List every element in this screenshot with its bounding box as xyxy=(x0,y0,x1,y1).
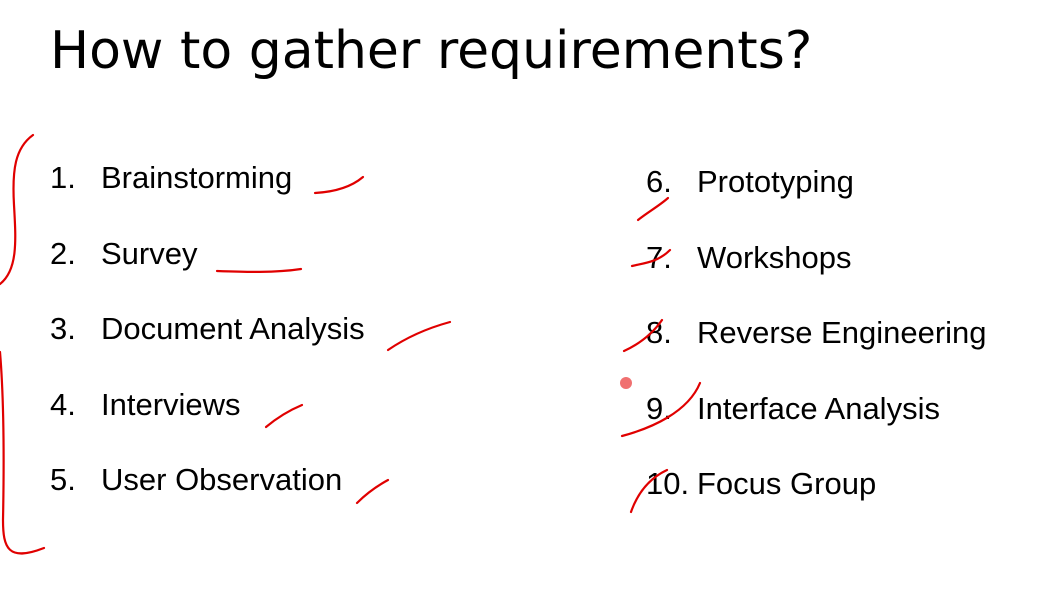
pointer-dot xyxy=(620,377,632,389)
list-item-label: Survey xyxy=(101,235,198,271)
list-item-label: Document Analysis xyxy=(101,311,365,346)
list-item-label: User Observation xyxy=(101,462,343,497)
list-item-number: 1. xyxy=(50,160,76,195)
list-item-label: Reverse Engineering xyxy=(697,315,987,350)
list-item-label: Workshops xyxy=(697,239,852,275)
list-item-number: 4. xyxy=(50,386,76,422)
list-item-number: 3. xyxy=(50,311,76,346)
list-item-number: 9. xyxy=(646,390,672,426)
tick-mark-5 xyxy=(355,478,390,505)
slide-title: How to gather requirements? xyxy=(50,21,813,81)
list-item-number: 5. xyxy=(50,462,76,497)
list-item-number: 10. xyxy=(646,466,690,501)
list-item-label: Brainstorming xyxy=(101,160,293,195)
list-item-label: Prototyping xyxy=(697,164,854,199)
tick-mark-4 xyxy=(264,403,304,429)
tick-mark-3 xyxy=(386,320,452,352)
tick-mark-1 xyxy=(313,175,365,195)
ink-annotations xyxy=(0,133,702,555)
slide: How to gather requirements? 1. Brainstor… xyxy=(0,0,1048,616)
list-item-number: 7. xyxy=(646,239,672,275)
list-item-number: 6. xyxy=(646,164,672,199)
list-item-label: Focus Group xyxy=(697,466,877,501)
list-item-number: 8. xyxy=(646,315,672,350)
bracket-bottom-ink xyxy=(0,350,46,555)
list-item-label: Interviews xyxy=(101,386,241,422)
list-item-number: 2. xyxy=(50,235,76,271)
bracket-top-ink xyxy=(0,133,35,286)
list-item-label: Interface Analysis xyxy=(697,390,940,426)
tick-mark-2 xyxy=(215,267,303,273)
